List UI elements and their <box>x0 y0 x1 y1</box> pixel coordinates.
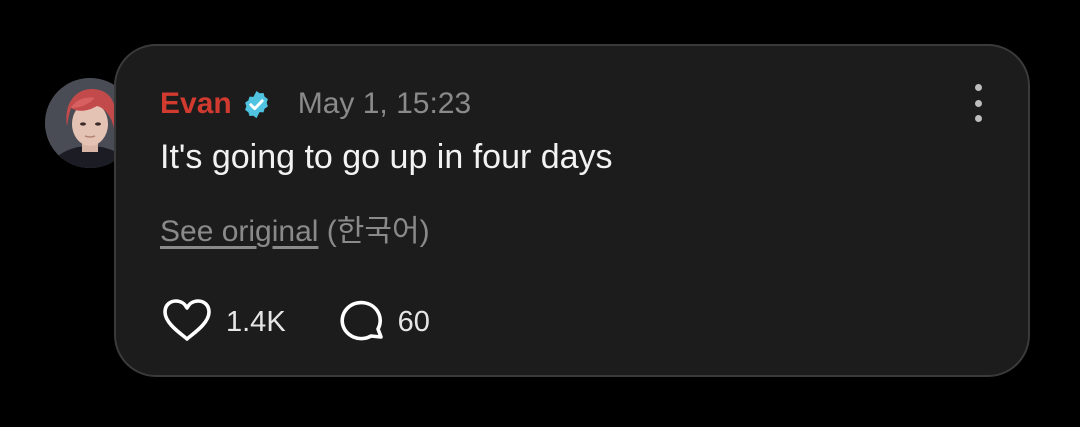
post-header: Evan May 1, 15:23 <box>160 84 471 124</box>
author-name[interactable]: Evan <box>160 87 232 121</box>
verified-badge-icon <box>241 89 272 120</box>
more-dot <box>974 84 982 91</box>
original-language-label: (한국어) <box>326 215 430 248</box>
post-timestamp: May 1, 15:23 <box>297 87 472 120</box>
more-dot <box>974 99 982 107</box>
more-dot <box>974 115 982 122</box>
post-card: Evan May 1, 15:23 It's going to go up in… <box>114 44 1030 377</box>
post-screen: Evan May 1, 15:23 It's going to go up in… <box>0 0 1080 427</box>
more-vertical-icon[interactable] <box>966 84 990 122</box>
post-actions: 1.4K 60 <box>160 297 430 348</box>
heart-outline-icon <box>160 296 214 349</box>
like-button[interactable]: 1.4K <box>160 296 286 349</box>
comment-count: 60 <box>397 305 430 338</box>
see-original-link[interactable]: See original <box>160 215 318 248</box>
like-count: 1.4K <box>226 305 286 338</box>
speech-bubble-icon <box>338 297 386 348</box>
comment-button[interactable]: 60 <box>338 297 430 348</box>
translation-info: See original (한국어) <box>160 206 430 250</box>
post-message: It's going to go up in four days <box>160 138 613 176</box>
